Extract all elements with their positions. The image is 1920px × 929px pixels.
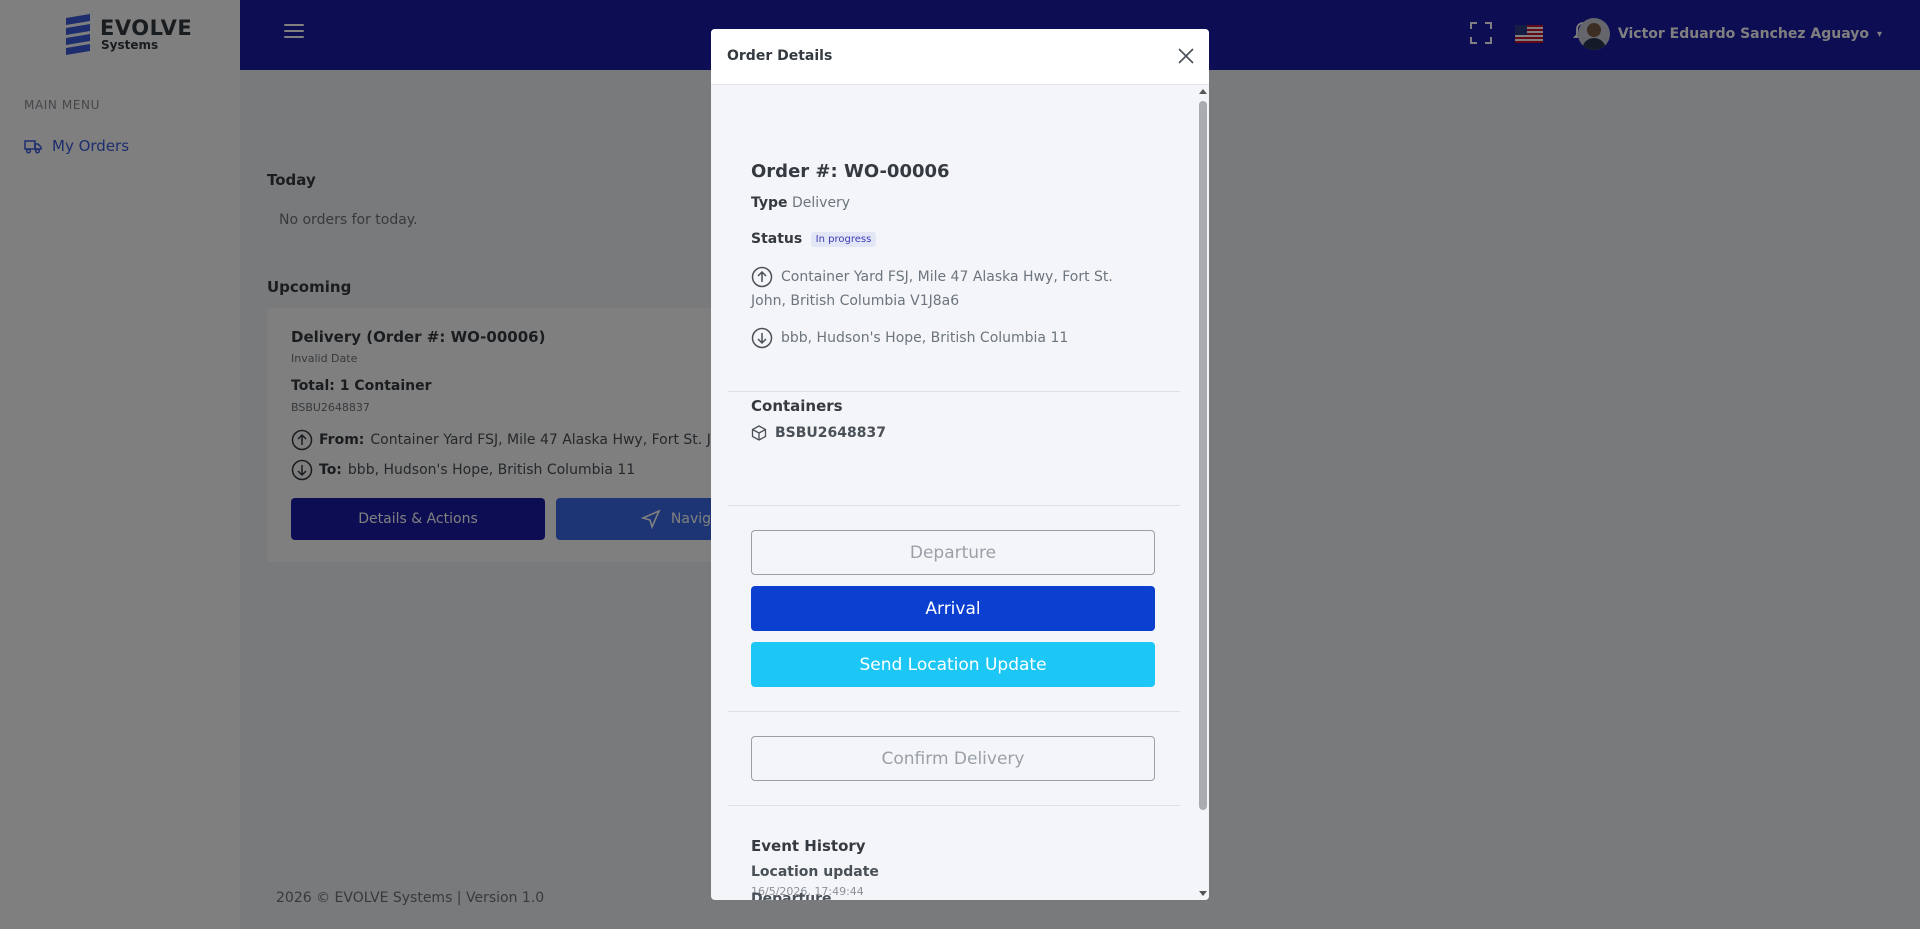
divider: [728, 805, 1180, 806]
containers-title: Containers: [751, 397, 843, 415]
event-history-title: Event History: [751, 837, 866, 855]
send-location-update-button[interactable]: Send Location Update: [751, 642, 1155, 687]
type-label: Type: [751, 195, 788, 211]
divider: [728, 711, 1180, 712]
container-id: BSBU2648837: [775, 425, 886, 441]
scroll-up-icon[interactable]: [1199, 89, 1207, 94]
scroll-down-icon[interactable]: [1199, 891, 1207, 896]
status-label: Status: [751, 231, 803, 247]
status-badge: In progress: [810, 231, 877, 247]
divider: [728, 391, 1180, 392]
order-type: Type Delivery: [751, 195, 850, 211]
box-icon: [751, 425, 767, 441]
modal-header: Order Details: [711, 29, 1209, 85]
to-address: bbb, Hudson's Hope, British Columbia 11: [751, 326, 1151, 350]
arrow-down-circle-icon: [751, 327, 773, 349]
modal-title: Order Details: [727, 48, 833, 64]
type-value: Delivery: [791, 195, 851, 211]
arrow-up-circle-icon: [751, 266, 773, 288]
from-address-text: Container Yard FSJ, Mile 47 Alaska Hwy, …: [751, 269, 1113, 309]
order-status: Status In progress: [751, 231, 877, 247]
history-event: Location update: [751, 864, 879, 880]
order-number: Order #: WO-00006: [751, 161, 950, 182]
modal-scrollbar[interactable]: [1197, 85, 1209, 900]
to-address-text: bbb, Hudson's Hope, British Columbia 11: [781, 330, 1069, 346]
scroll-thumb[interactable]: [1199, 101, 1207, 810]
close-icon[interactable]: [1177, 47, 1195, 65]
from-address: Container Yard FSJ, Mile 47 Alaska Hwy, …: [751, 265, 1151, 313]
order-details-modal: Order Details Order #: WO-00006 Type Del…: [711, 29, 1209, 900]
modal-body: Order #: WO-00006 Type Delivery Status I…: [711, 85, 1197, 900]
arrival-button[interactable]: Arrival: [751, 586, 1155, 631]
departure-button[interactable]: Departure: [751, 530, 1155, 575]
divider: [728, 505, 1180, 506]
history-event: Departure: [751, 891, 832, 900]
confirm-delivery-button[interactable]: Confirm Delivery: [751, 736, 1155, 781]
container-item: BSBU2648837: [751, 425, 886, 441]
